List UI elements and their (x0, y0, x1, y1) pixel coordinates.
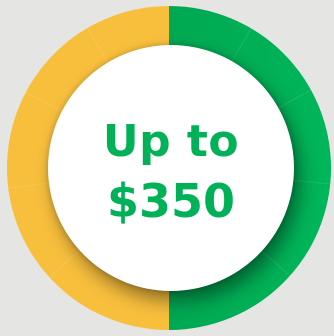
offer-badge: Up to $350 (0, 0, 334, 336)
headline-amount: $350 (106, 174, 236, 228)
headline-prefix: Up to (102, 116, 240, 167)
center-disc: Up to $350 (48, 45, 294, 291)
